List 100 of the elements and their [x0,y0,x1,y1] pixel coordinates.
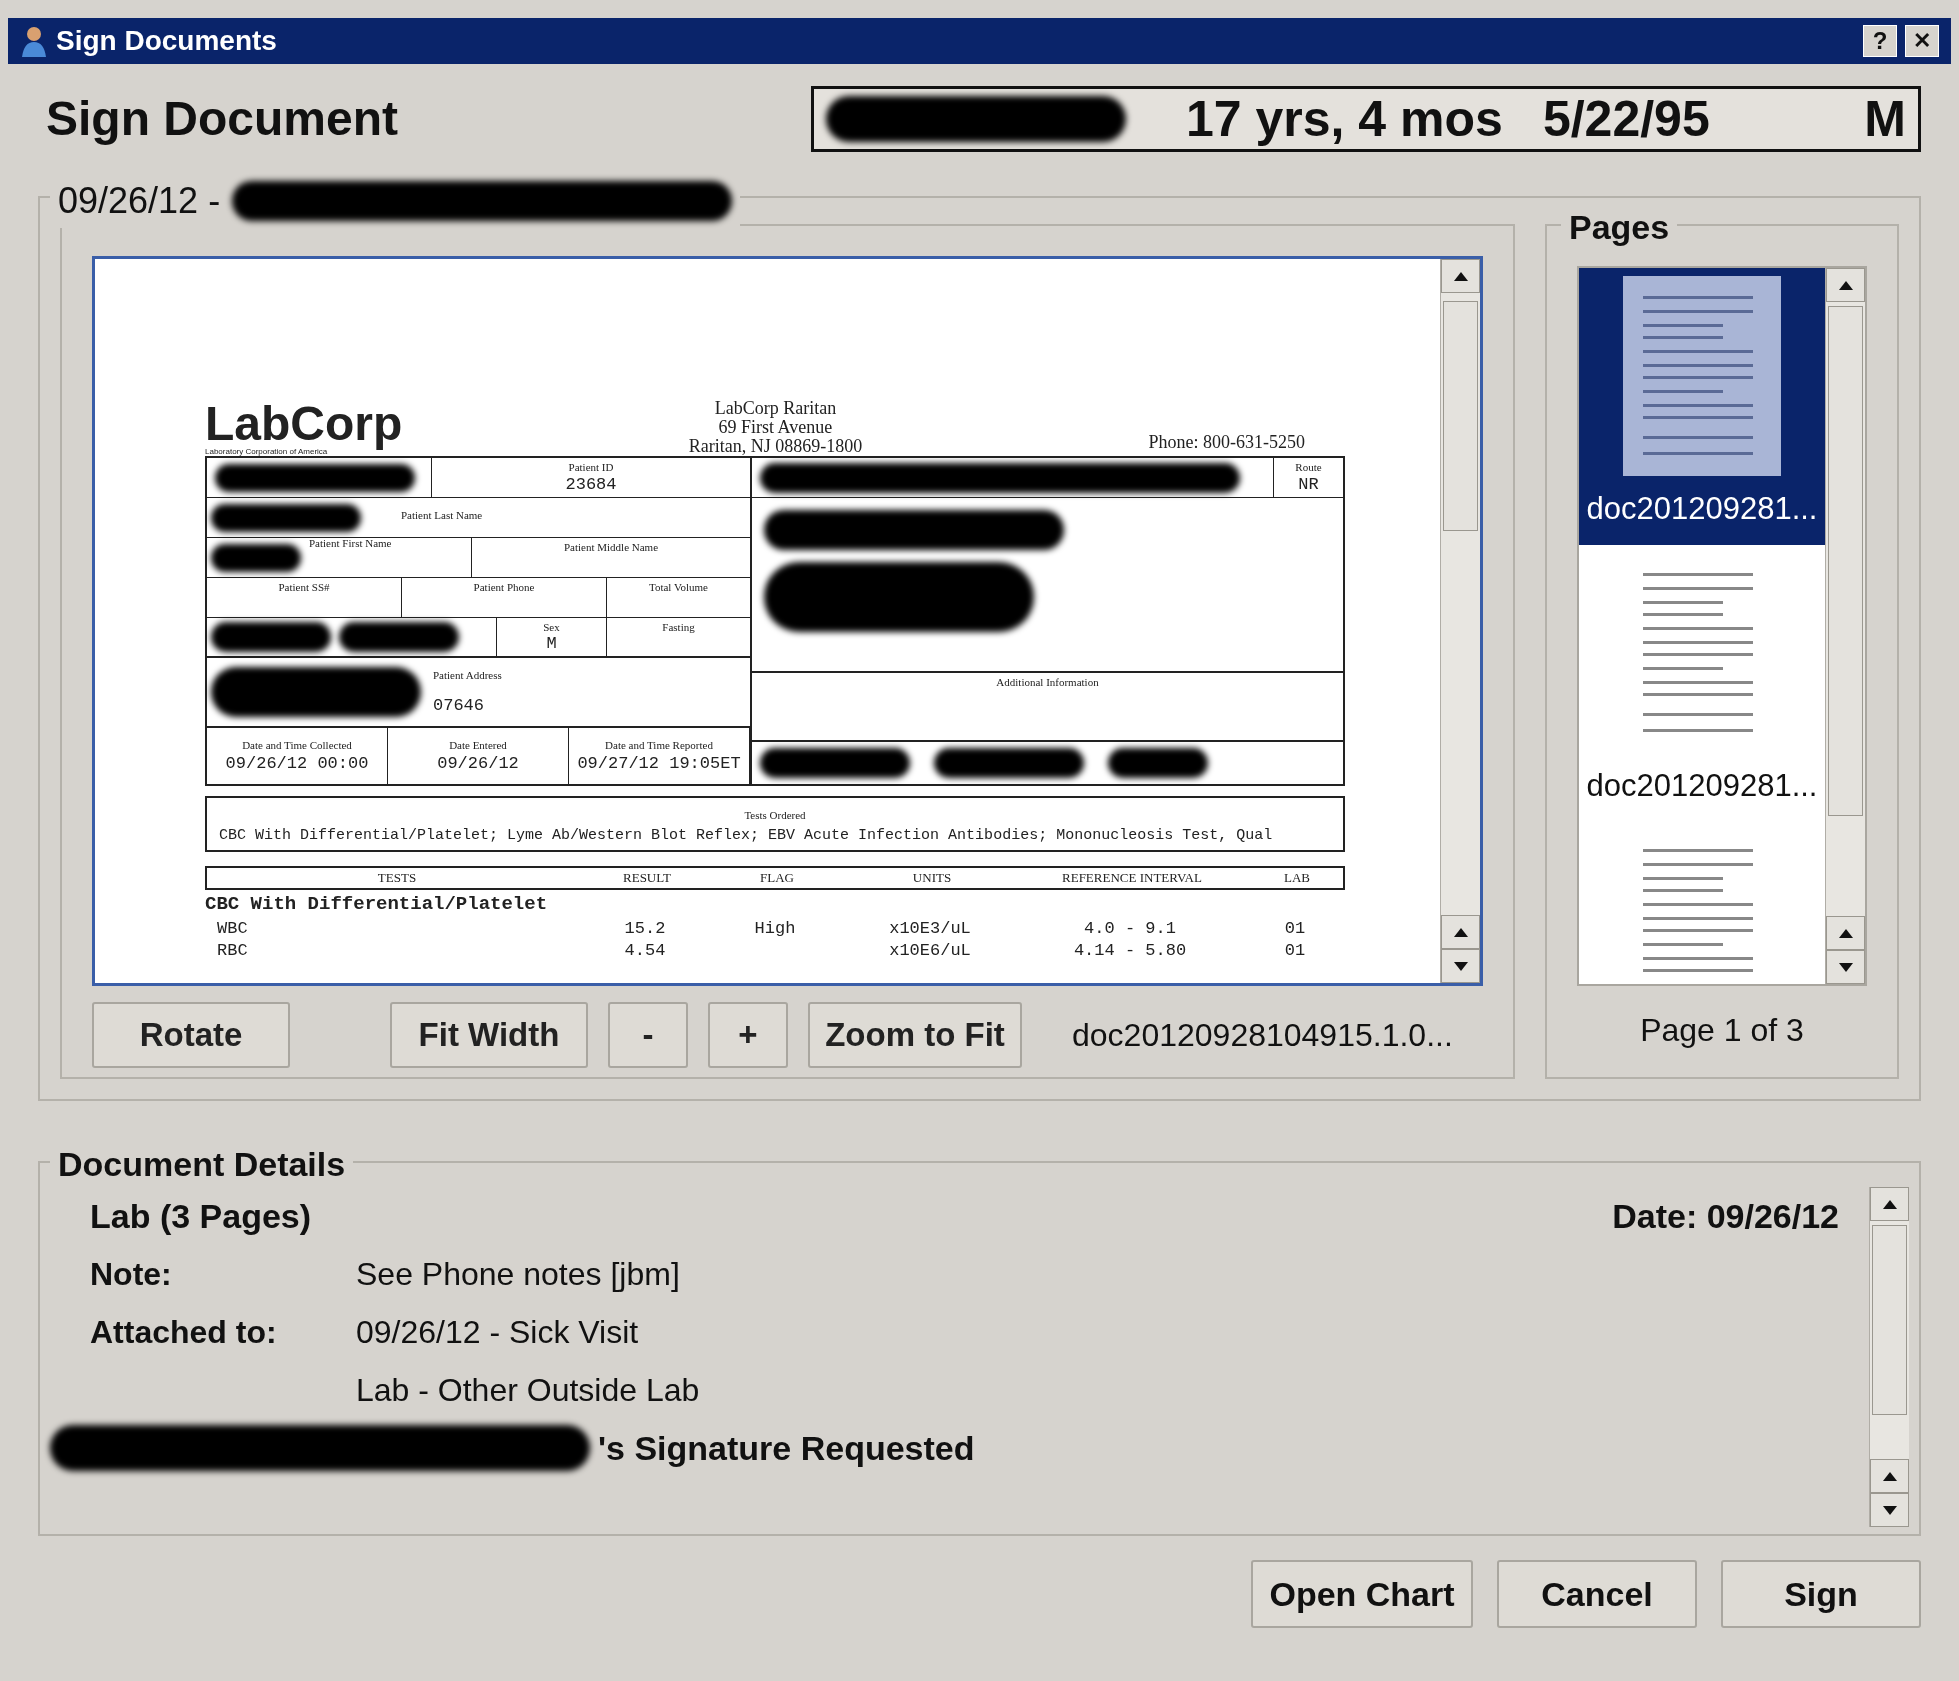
form-value: 23684 [565,476,617,493]
person-icon [20,25,48,57]
form-value: M [546,635,557,652]
form-label: Tests Ordered [744,809,806,821]
test-group-title: CBC With Differential/Platelet [205,891,549,917]
detail-label: Note: [90,1256,172,1292]
toolbar-button[interactable]: Fit Width [390,1002,588,1068]
dialog-heading: Sign Document [46,91,398,147]
form-label: Patient Middle Name [563,542,659,555]
patient-sex: M [1864,89,1906,149]
result-cell-text: 01 [1283,918,1307,940]
lab-subtitle: Laboratory Corporation of America [205,448,328,456]
scroll-up-button[interactable] [1826,916,1865,950]
lab-address: 69 First Avenue [718,418,833,437]
scroll-down-button[interactable] [1441,949,1480,983]
column-header: TESTS [376,869,418,887]
scroll-up-icon [1838,928,1853,938]
form-label: Patient Last Name [401,509,483,521]
scrollbar[interactable] [1440,259,1480,983]
patient-age: 17 yrs, 4 mos [1186,89,1503,149]
help-button[interactable]: ? [1863,25,1897,57]
scroll-thumb[interactable] [1828,306,1863,816]
detail-label: Attached to: [90,1314,277,1350]
column-header: LAB [1283,869,1311,887]
file-name: doc20120928104915.1.0... [1072,1016,1453,1055]
tests-ordered-text: CBC With Differential/Platelet; Lyme Ab/Western Blot Reflex; EBV Acute Infection Antibodies; Mononucleosis Test, Qual [219,826,1274,846]
lab-address: Raritan, NJ 08869-1800 [688,437,863,456]
scrollbar[interactable] [1825,268,1865,984]
scroll-up-button[interactable] [1870,1459,1909,1493]
result-cell-text: 4.14 - 5.80 [1072,940,1188,962]
close-button[interactable]: ✕ [1905,25,1939,57]
form-label: Date and Time Collected [242,740,352,751]
form-label: Additional Information [996,677,1099,690]
detail-value: 09/26/12 - Sick Visit [356,1313,639,1352]
toolbar-button[interactable]: - [608,1002,688,1068]
form-label: Patient SS# [278,582,330,595]
toolbar-button[interactable]: Rotate [92,1002,290,1068]
scroll-up-button[interactable] [1826,268,1865,302]
form-label: Patient ID [568,462,614,473]
detail-value: See Phone notes [jbm] [356,1255,680,1294]
form-value: 09/26/12 00:00 [225,755,369,772]
page-label: doc201209281... [1586,490,1818,528]
form-value: 07646 [433,697,485,714]
scroll-up-button[interactable] [1441,915,1480,949]
form-label: Patient First Name [309,538,392,549]
scroll-up-icon [1882,1199,1897,1209]
encounter-date: 09/26/12 - [58,179,221,223]
column-header: RESULT [622,869,672,887]
window-title: Sign Documents [56,24,277,58]
lab-phone: Phone: 800-631-5250 [1148,431,1305,454]
result-cell-text: 01 [1283,940,1307,962]
column-header: REFERENCE INTERVAL [1061,869,1203,887]
dialog-button[interactable]: Sign [1721,1560,1921,1628]
patient-dob: 5/22/95 [1542,89,1710,149]
form-label: Patient Phone [473,582,535,595]
scroll-up-icon [1453,271,1468,281]
result-cell-text: WBC [216,918,249,940]
scrollbar[interactable] [1869,1187,1909,1527]
scroll-up-icon [1882,1471,1897,1481]
form-label: Patient Address [433,670,502,681]
scroll-thumb[interactable] [1443,301,1478,531]
form-label: Sex [543,622,560,633]
signature-request: 's Signature Requested [598,1427,975,1469]
form-value: NR [1298,476,1319,493]
result-cell-text: High [753,918,797,940]
toolbar-button[interactable]: Zoom to Fit [808,1002,1022,1068]
column-header: UNITS [911,869,953,887]
result-cell-text: x10E6/uL [888,940,972,962]
scroll-up-button[interactable] [1441,259,1480,293]
page-label: doc201209281... [1586,766,1818,805]
result-cell-text: 15.2 [623,918,667,940]
form-label: Date and Time Reported [605,740,713,751]
form-label: Route [1295,462,1322,473]
scroll-up-button[interactable] [1870,1187,1909,1221]
scroll-down-icon [1453,961,1468,971]
scroll-up-icon [1838,280,1853,290]
column-header: FLAG [759,869,795,887]
form-value: 09/27/12 19:05ET [577,755,741,772]
form-label: Fasting [662,622,695,635]
scroll-down-icon [1838,962,1853,972]
dialog-button[interactable]: Cancel [1497,1560,1697,1628]
form-value: 09/26/12 [437,755,519,772]
lab-address: LabCorp Raritan [714,399,837,418]
detail-value: Lab - Other Outside Lab [356,1371,700,1410]
scroll-up-icon [1453,927,1468,937]
scroll-down-button[interactable] [1826,950,1865,984]
form-label: Date Entered [449,740,507,751]
page-counter: Page 1 of 3 [1640,1011,1804,1050]
result-cell-text: 4.54 [623,940,667,962]
toolbar-button[interactable]: + [708,1002,788,1068]
result-cell-text: 4.0 - 9.1 [1083,918,1177,940]
dialog-button[interactable]: Open Chart [1251,1560,1473,1628]
document-type: Lab (3 Pages) [90,1195,312,1237]
scroll-down-icon [1882,1505,1897,1515]
page-thumbnail[interactable]: doc201209281... [1579,268,1825,545]
lab-logo: LabCorp [205,400,403,448]
scroll-thumb[interactable] [1872,1225,1907,1415]
result-cell-text: x10E3/uL [888,918,972,940]
scroll-down-button[interactable] [1870,1493,1909,1527]
form-label: Total Volume [649,582,708,595]
